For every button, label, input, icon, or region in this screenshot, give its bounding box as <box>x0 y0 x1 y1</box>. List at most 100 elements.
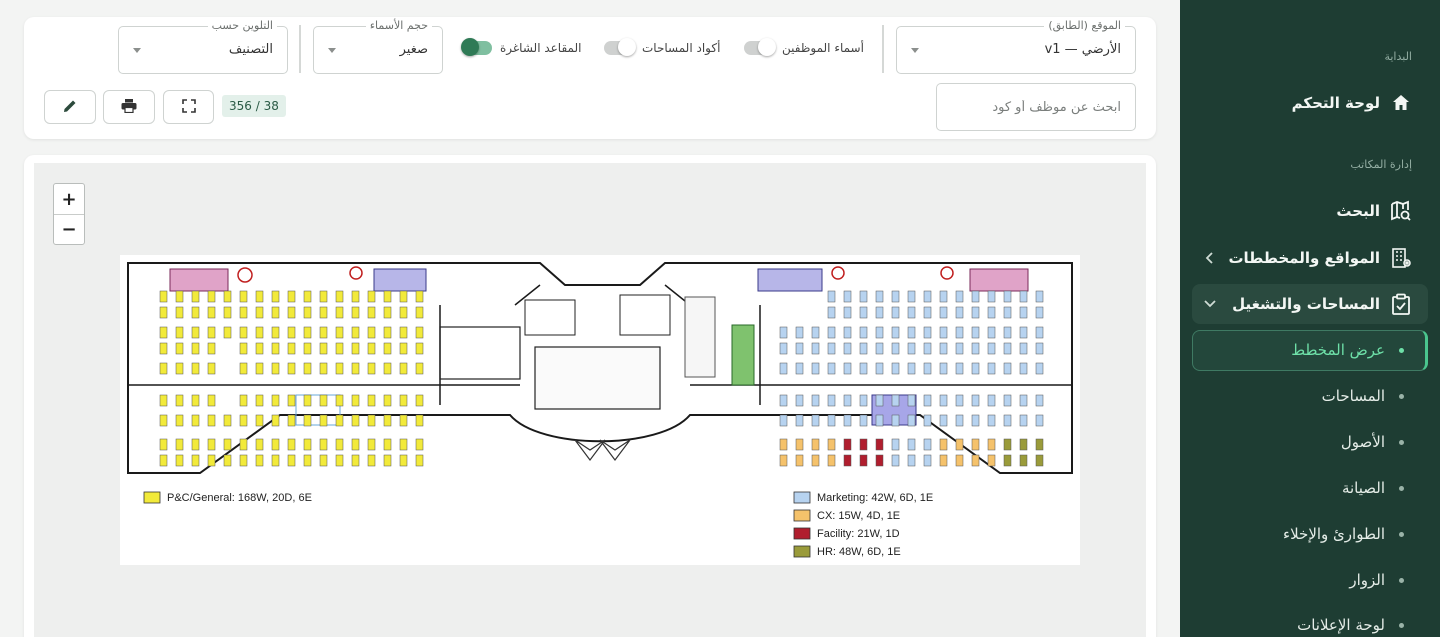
desk[interactable] <box>159 306 168 319</box>
desk[interactable] <box>1035 414 1044 427</box>
desk[interactable] <box>207 326 216 339</box>
desk[interactable] <box>971 326 980 339</box>
desk[interactable] <box>159 454 168 467</box>
desk[interactable] <box>827 326 836 339</box>
desk[interactable] <box>415 306 424 319</box>
desk[interactable] <box>859 454 868 467</box>
desk[interactable] <box>1035 342 1044 355</box>
desk[interactable] <box>811 342 820 355</box>
desk[interactable] <box>811 438 820 451</box>
desk[interactable] <box>859 290 868 303</box>
desk[interactable] <box>795 454 804 467</box>
desk[interactable] <box>955 306 964 319</box>
desk[interactable] <box>255 438 264 451</box>
desk[interactable] <box>271 290 280 303</box>
location-select[interactable]: الموقع (الطابق) الأرضي — v1 <box>896 19 1136 74</box>
desk[interactable] <box>399 306 408 319</box>
desk[interactable] <box>351 438 360 451</box>
desk[interactable] <box>1003 414 1012 427</box>
desk[interactable] <box>923 290 932 303</box>
desk[interactable] <box>1019 306 1028 319</box>
desk[interactable] <box>859 306 868 319</box>
desk[interactable] <box>1003 326 1012 339</box>
desk[interactable] <box>415 362 424 375</box>
desk[interactable] <box>939 342 948 355</box>
desk[interactable] <box>287 414 296 427</box>
desk[interactable] <box>191 438 200 451</box>
desk[interactable] <box>383 342 392 355</box>
desk[interactable] <box>843 438 852 451</box>
desk[interactable] <box>207 454 216 467</box>
switch-vacant-seats[interactable] <box>461 38 492 56</box>
sidebar-subitem-spaces[interactable]: المساحات <box>1200 378 1404 414</box>
desk[interactable] <box>175 326 184 339</box>
desk[interactable] <box>191 394 200 407</box>
desk[interactable] <box>971 306 980 319</box>
desk[interactable] <box>827 394 836 407</box>
desk[interactable] <box>383 414 392 427</box>
desk[interactable] <box>175 454 184 467</box>
desk[interactable] <box>351 290 360 303</box>
desk[interactable] <box>255 394 264 407</box>
sidebar-item-sites[interactable]: المواقع والمخططات <box>1200 238 1412 278</box>
desk[interactable] <box>939 454 948 467</box>
desk[interactable] <box>319 342 328 355</box>
desk[interactable] <box>875 342 884 355</box>
desk[interactable] <box>271 306 280 319</box>
desk[interactable] <box>795 414 804 427</box>
employee-search-field[interactable] <box>936 83 1136 131</box>
desk[interactable] <box>367 414 376 427</box>
sidebar-subitem-emergency[interactable]: الطوارئ والإخلاء <box>1200 516 1404 552</box>
desk[interactable] <box>987 326 996 339</box>
desk[interactable] <box>859 438 868 451</box>
desk[interactable] <box>287 290 296 303</box>
desk[interactable] <box>795 438 804 451</box>
desk[interactable] <box>811 454 820 467</box>
desk[interactable] <box>239 454 248 467</box>
desk[interactable] <box>971 362 980 375</box>
desk[interactable] <box>287 394 296 407</box>
desk[interactable] <box>843 306 852 319</box>
desk[interactable] <box>907 362 916 375</box>
desk[interactable] <box>255 306 264 319</box>
desk[interactable] <box>907 342 916 355</box>
desk[interactable] <box>239 290 248 303</box>
desk[interactable] <box>335 290 344 303</box>
desk[interactable] <box>955 454 964 467</box>
desk[interactable] <box>1003 362 1012 375</box>
desk[interactable] <box>955 290 964 303</box>
desk[interactable] <box>303 414 312 427</box>
desk[interactable] <box>843 362 852 375</box>
desk[interactable] <box>271 326 280 339</box>
desk[interactable] <box>939 414 948 427</box>
desk[interactable] <box>255 362 264 375</box>
desk[interactable] <box>319 290 328 303</box>
desk[interactable] <box>383 454 392 467</box>
desk[interactable] <box>875 394 884 407</box>
print-button[interactable] <box>103 90 155 124</box>
desk[interactable] <box>1019 454 1028 467</box>
desk[interactable] <box>955 438 964 451</box>
desk[interactable] <box>1003 454 1012 467</box>
desk[interactable] <box>827 438 836 451</box>
sidebar-item-spaces-ops[interactable]: المساحات والتشغيل <box>1200 284 1412 324</box>
desk[interactable] <box>875 326 884 339</box>
desk[interactable] <box>923 342 932 355</box>
desk[interactable] <box>1003 394 1012 407</box>
desk[interactable] <box>939 438 948 451</box>
desk[interactable] <box>367 306 376 319</box>
desk[interactable] <box>907 438 916 451</box>
desk[interactable] <box>175 362 184 375</box>
desk[interactable] <box>923 306 932 319</box>
desk[interactable] <box>207 394 216 407</box>
desk[interactable] <box>971 290 980 303</box>
desk[interactable] <box>779 414 788 427</box>
desk[interactable] <box>351 362 360 375</box>
desk[interactable] <box>971 394 980 407</box>
desk[interactable] <box>351 394 360 407</box>
switch-space-codes[interactable] <box>604 38 636 56</box>
desk[interactable] <box>779 438 788 451</box>
desk[interactable] <box>827 306 836 319</box>
desk[interactable] <box>271 414 280 427</box>
desk[interactable] <box>335 342 344 355</box>
